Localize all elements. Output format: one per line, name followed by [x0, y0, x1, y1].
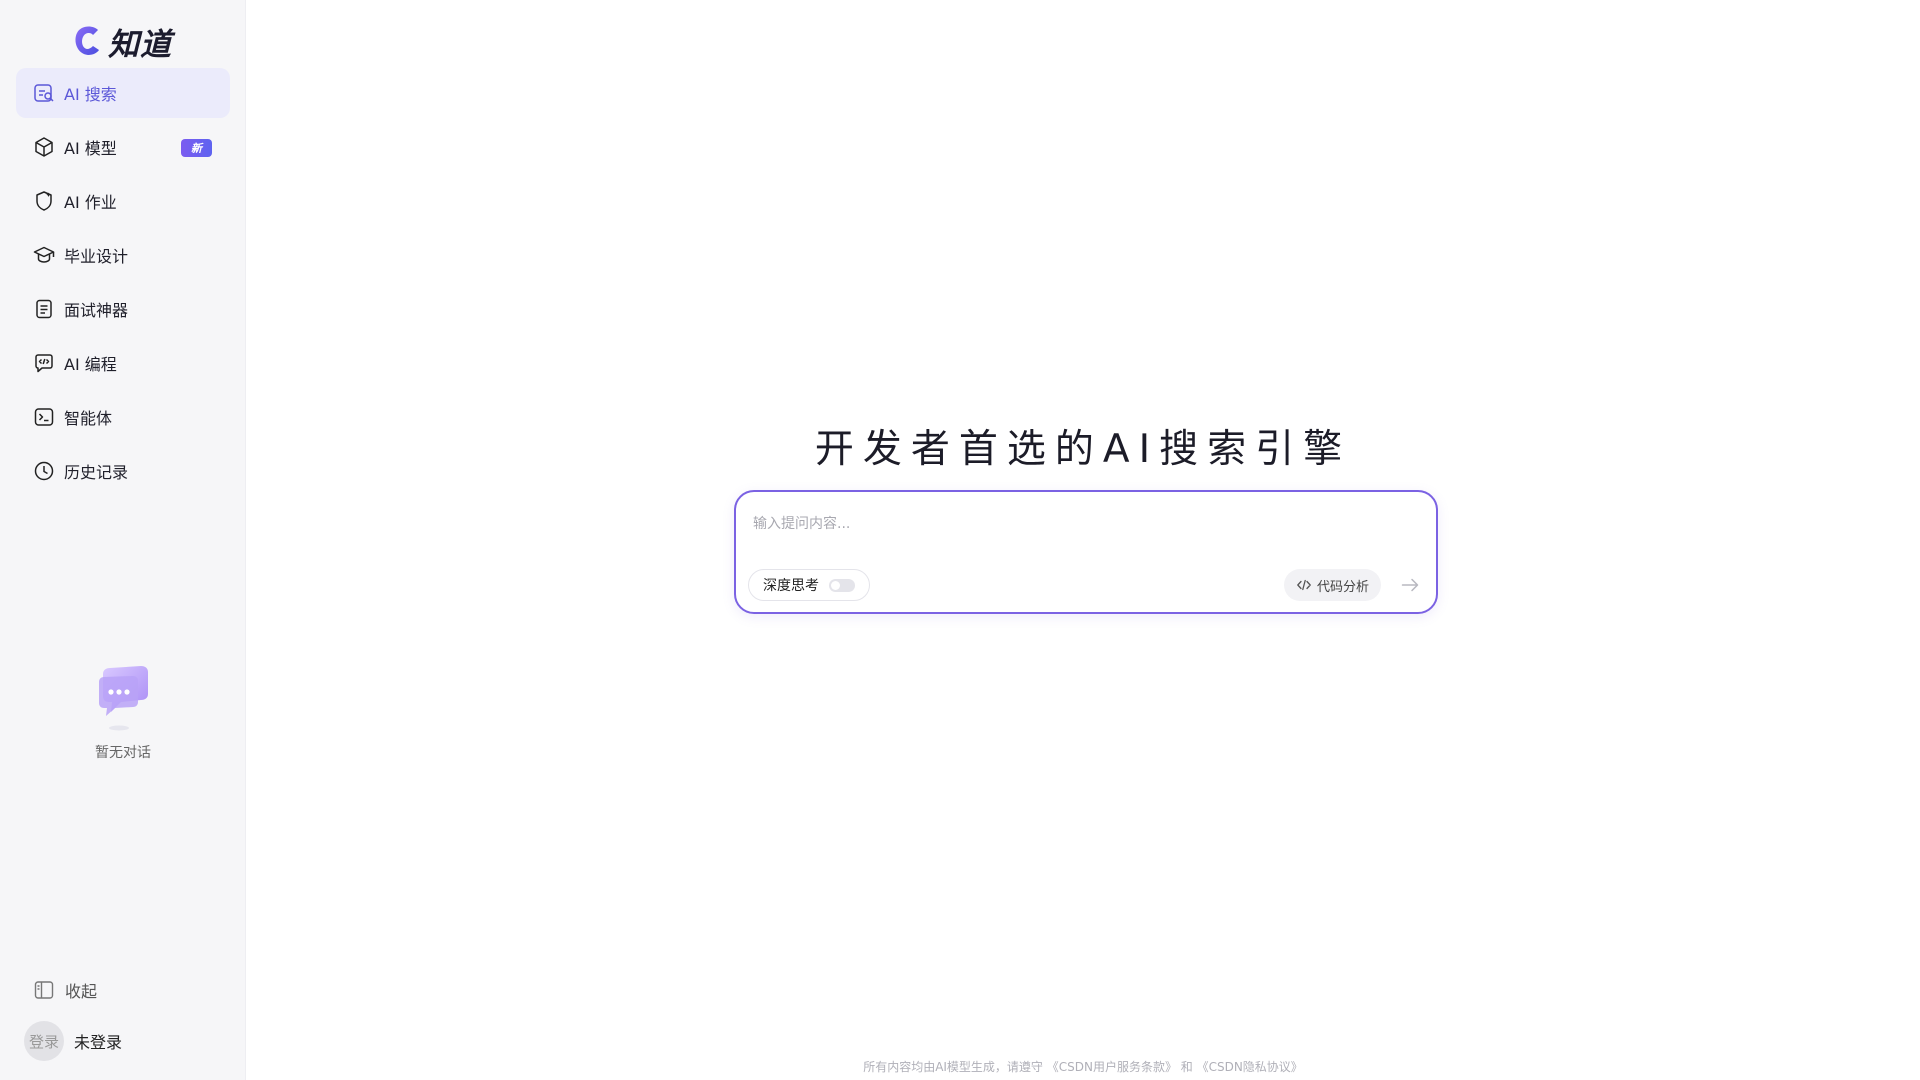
sidebar-item-label: 历史记录	[64, 463, 129, 482]
graduation-cap-icon	[33, 246, 55, 263]
document-icon	[36, 299, 52, 319]
sidebar-item-ai-coding[interactable]: AI 编程	[16, 338, 230, 388]
collapse-sidebar-button[interactable]: 收起	[33, 978, 97, 1002]
collapse-label: 收起	[65, 982, 98, 1001]
app-window: 知道 AI 搜索 AI 模型 新 AI 作业 毕业设计 面试神器 AI 编程 智…	[0, 0, 1920, 1080]
sidebar-item-ai-search[interactable]: AI 搜索	[16, 68, 230, 118]
chat-bubble-icon	[99, 666, 148, 731]
search-box: 深度思考 代码分析	[734, 490, 1438, 614]
logo[interactable]: 知道	[72, 22, 172, 63]
empty-text: 暂无对话	[95, 745, 151, 761]
sidebar-nav: AI 搜索 AI 模型 新 AI 作业 毕业设计 面试神器 AI 编程 智能体 …	[16, 68, 230, 500]
code-analysis-label: 代码分析	[1317, 579, 1370, 595]
sidebar-item-ai-homework[interactable]: AI 作业	[16, 176, 230, 226]
arrow-right-icon	[1401, 578, 1419, 592]
search-input[interactable]	[753, 510, 1413, 538]
homework-icon	[36, 191, 52, 211]
clock-icon	[34, 461, 54, 481]
page-title: 开发者首选的AI搜索引擎	[814, 427, 1352, 472]
sidebar-item-ai-model[interactable]: AI 模型 新	[16, 122, 230, 172]
sidebar-panel-icon	[34, 981, 54, 999]
send-button[interactable]	[1394, 569, 1426, 601]
sidebar-item-label: 智能体	[64, 409, 113, 428]
sidebar-item-label: 面试神器	[64, 301, 129, 320]
ai-search-icon	[34, 84, 54, 102]
empty-conversations: 暂无对话	[0, 664, 246, 762]
user-login[interactable]: 登录 未登录	[24, 1021, 122, 1061]
sidebar-item-history[interactable]: 历史记录	[16, 446, 230, 496]
deep-think-label: 深度思考	[763, 578, 819, 594]
sidebar-item-label: AI 编程	[64, 355, 117, 374]
sidebar-item-interview[interactable]: 面试神器	[16, 284, 230, 334]
sidebar-item-label: AI 搜索	[64, 85, 117, 104]
cube-icon	[35, 137, 53, 157]
logo-mark-icon	[75, 26, 99, 55]
sidebar-item-label: 毕业设计	[64, 247, 129, 266]
main-content: 开发者首选的AI搜索引擎 深度思考 代码分析 所有内容均由AI模型生成，请遵守 …	[246, 0, 1920, 1080]
sidebar-item-agent[interactable]: 智能体	[16, 392, 230, 442]
deep-think-toggle[interactable]: 深度思考	[748, 569, 870, 601]
sidebar-item-label: AI 模型	[64, 139, 117, 158]
toggle-switch[interactable]	[829, 578, 855, 592]
sidebar: 知道 AI 搜索 AI 模型 新 AI 作业 毕业设计 面试神器 AI 编程 智…	[0, 0, 246, 1080]
terminal-icon	[34, 408, 54, 426]
user-name: 未登录	[74, 1033, 123, 1052]
code-analysis-button[interactable]: 代码分析	[1284, 569, 1382, 601]
avatar[interactable]: 登录	[24, 1021, 64, 1061]
code-chat-icon	[35, 354, 53, 373]
sidebar-item-label: AI 作业	[64, 193, 117, 212]
code-icon	[1297, 579, 1311, 591]
sidebar-item-graduation-design[interactable]: 毕业设计	[16, 230, 230, 280]
footer-disclaimer: 所有内容均由AI模型生成，请遵守 《CSDN用户服务条款》 和 《CSDN隐私协…	[863, 1060, 1303, 1074]
logo-text: 知道	[108, 26, 172, 63]
new-badge: 新	[181, 139, 212, 157]
